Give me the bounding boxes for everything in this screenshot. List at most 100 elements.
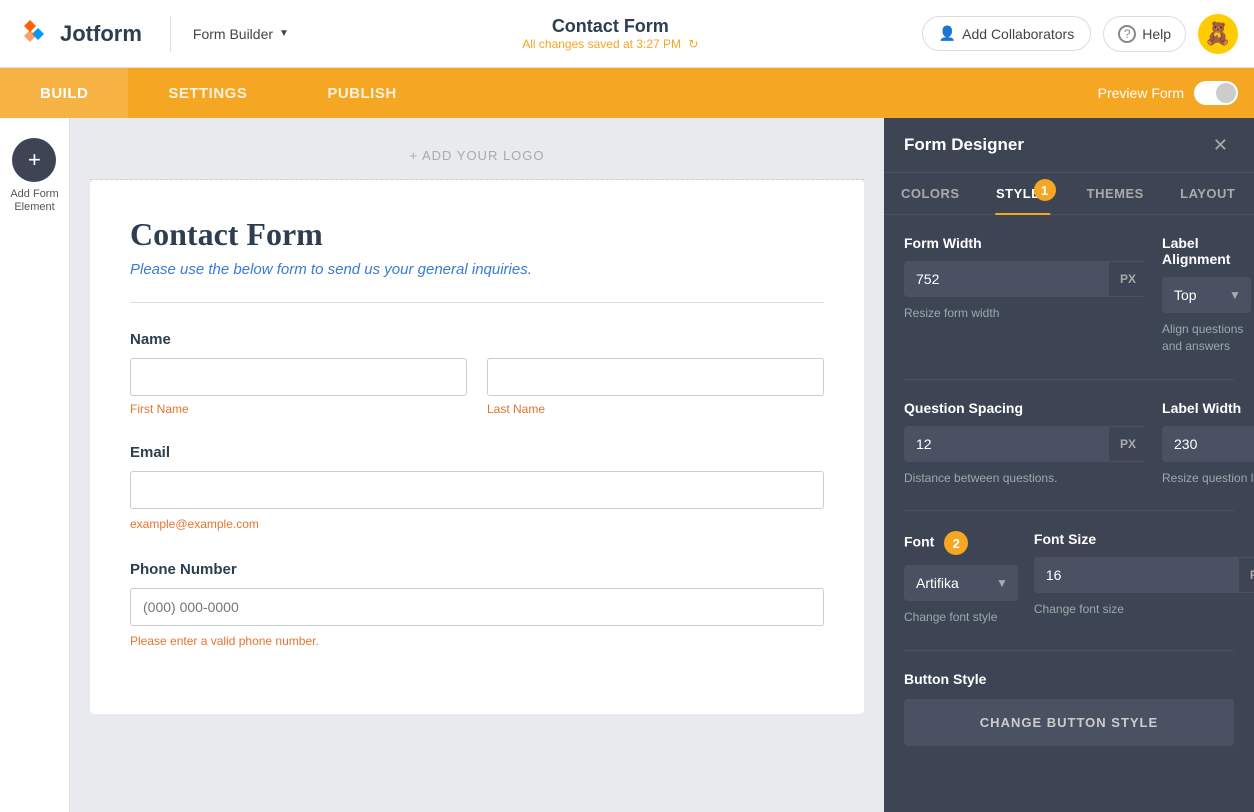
last-name-sublabel: Last Name (487, 402, 824, 416)
tab-styles[interactable]: STYLES 1 (977, 173, 1070, 214)
designer-panel: Form Designer ✕ COLORS STYLES 1 THEMES L… (884, 118, 1254, 812)
label-alignment-field: Label Alignment Top Left Right ▼ Align q… (1162, 235, 1251, 355)
field-name-row: First Name Last Name (130, 358, 824, 416)
tab-themes[interactable]: THEMES (1069, 173, 1162, 214)
font-select[interactable]: Artifika Arial Helvetica Georgia Verdana (904, 565, 986, 601)
font-size-field: Font Size PX Change font size (1034, 531, 1254, 626)
label-width-field: Label Width PX Resize question label wid… (1162, 400, 1254, 487)
button-style-label: Button Style (904, 671, 1234, 687)
tab-layout[interactable]: LAYOUT (1162, 173, 1254, 214)
label-alignment-description: Align questions and answers (1162, 321, 1251, 355)
form-width-unit: PX (1109, 262, 1146, 296)
last-name-input[interactable] (487, 358, 824, 396)
font-select-arrow: ▼ (986, 568, 1018, 598)
form-width-label: Form Width (904, 235, 1146, 251)
add-element-circle: + (12, 138, 56, 182)
chevron-down-icon: ▼ (279, 28, 289, 39)
question-spacing-unit: PX (1109, 427, 1146, 461)
help-button[interactable]: ? Help (1103, 16, 1186, 52)
email-sublabel: example@example.com (130, 517, 259, 531)
form-width-input[interactable] (904, 261, 1109, 297)
field-email-label: Email (130, 444, 824, 461)
first-name-sublabel: First Name (130, 402, 467, 416)
toggle-knob (1216, 83, 1236, 103)
tab-build[interactable]: BUILD (0, 68, 128, 118)
font-size-description: Change font size (1034, 601, 1254, 618)
font-label: Font 2 (904, 531, 1018, 555)
phone-input[interactable] (130, 588, 824, 626)
label-alignment-arrow: ▼ (1219, 280, 1251, 310)
styles-badge: 1 (1034, 179, 1056, 201)
header-right: 👤 Add Collaborators ? Help 🧸 (922, 14, 1238, 54)
question-spacing-input-row: PX (904, 426, 1146, 462)
panel-title: Form Designer (904, 135, 1024, 155)
field-name: Name First Name Last Name (130, 331, 824, 416)
collaborators-button[interactable]: 👤 Add Collaborators (922, 16, 1092, 51)
font-size-input[interactable] (1034, 557, 1239, 593)
label-alignment-label: Label Alignment (1162, 235, 1251, 267)
panel-tabs: COLORS STYLES 1 THEMES LAYOUT (884, 173, 1254, 215)
form-width-description: Resize form width (904, 305, 1146, 322)
field-phone-label: Phone Number (130, 561, 824, 578)
font-badge: 2 (944, 531, 968, 555)
field-phone: Phone Number Please enter a valid phone … (130, 561, 824, 650)
font-select-row: Artifika Arial Helvetica Georgia Verdana… (904, 565, 1018, 601)
preview-toggle[interactable] (1194, 81, 1238, 105)
panel-header: Form Designer ✕ (884, 118, 1254, 173)
jotform-logo-icon (16, 16, 52, 52)
field-first-name: First Name (130, 358, 467, 416)
add-element-label: Add Form Element (10, 188, 58, 214)
question-spacing-field: Question Spacing PX Distance between que… (904, 400, 1146, 487)
question-spacing-description: Distance between questions. (904, 470, 1146, 487)
logo-bar[interactable]: + ADD YOUR LOGO (90, 138, 864, 180)
width-alignment-section: Form Width PX Resize form width Label Al… (904, 235, 1234, 355)
form-builder-button[interactable]: Form Builder ▼ (183, 20, 299, 48)
panel-content: Form Width PX Resize form width Label Al… (884, 215, 1254, 812)
first-name-input[interactable] (130, 358, 467, 396)
section-separator-3 (904, 650, 1234, 651)
font-description: Change font style (904, 609, 1018, 626)
font-size-unit: PX (1239, 558, 1254, 592)
tab-settings[interactable]: SETTINGS (128, 68, 287, 118)
phone-sublabel: Please enter a valid phone number. (130, 634, 319, 648)
person-icon: 👤 (939, 25, 956, 42)
close-icon[interactable]: ✕ (1207, 134, 1234, 156)
avatar[interactable]: 🧸 (1198, 14, 1238, 54)
font-size-label: Font Size (1034, 531, 1254, 547)
section-separator-2 (904, 510, 1234, 511)
nav-tabs: BUILD SETTINGS PUBLISH (0, 68, 1098, 118)
refresh-icon: ↻ (688, 37, 698, 51)
preview-form-label: Preview Form (1098, 85, 1184, 101)
email-input[interactable] (130, 471, 824, 509)
saved-status: All changes saved at 3:27 PM ↻ (299, 37, 922, 51)
font-section: Font 2 Artifika Arial Helvetica Georgia … (904, 531, 1234, 626)
change-button-style-button[interactable]: CHANGE BUTTON STYLE (904, 699, 1234, 746)
font-field: Font 2 Artifika Arial Helvetica Georgia … (904, 531, 1018, 626)
spacing-width-section: Question Spacing PX Distance between que… (904, 400, 1234, 487)
question-icon: ? (1118, 25, 1136, 43)
form-builder-label: Form Builder (193, 26, 273, 42)
question-spacing-input[interactable] (904, 426, 1109, 462)
label-width-input-row: PX (1162, 426, 1254, 462)
logo-text: Jotform (60, 21, 142, 47)
form-divider (130, 302, 824, 303)
tab-colors[interactable]: COLORS (884, 173, 977, 214)
button-style-section: Button Style CHANGE BUTTON STYLE (904, 671, 1234, 746)
form-heading: Contact Form (130, 216, 824, 253)
preview-area: Preview Form (1098, 68, 1238, 118)
tab-publish[interactable]: PUBLISH (287, 68, 436, 118)
header-center: Contact Form All changes saved at 3:27 P… (299, 16, 922, 51)
left-sidebar: + Add Form Element (0, 118, 70, 812)
logo-area: Jotform (16, 16, 142, 52)
label-alignment-select[interactable]: Top Left Right (1162, 277, 1219, 313)
label-alignment-select-row: Top Left Right ▼ (1162, 277, 1251, 313)
label-width-input[interactable] (1162, 426, 1254, 462)
header: Jotform Form Builder ▼ Contact Form All … (0, 0, 1254, 68)
form-width-input-row: PX (904, 261, 1146, 297)
add-element-button[interactable]: + Add Form Element (10, 138, 58, 214)
header-divider (170, 16, 171, 52)
section-separator-1 (904, 379, 1234, 380)
form-subheading: Please use the below form to send us you… (130, 261, 824, 278)
font-size-input-row: PX (1034, 557, 1254, 593)
field-last-name: Last Name (487, 358, 824, 416)
